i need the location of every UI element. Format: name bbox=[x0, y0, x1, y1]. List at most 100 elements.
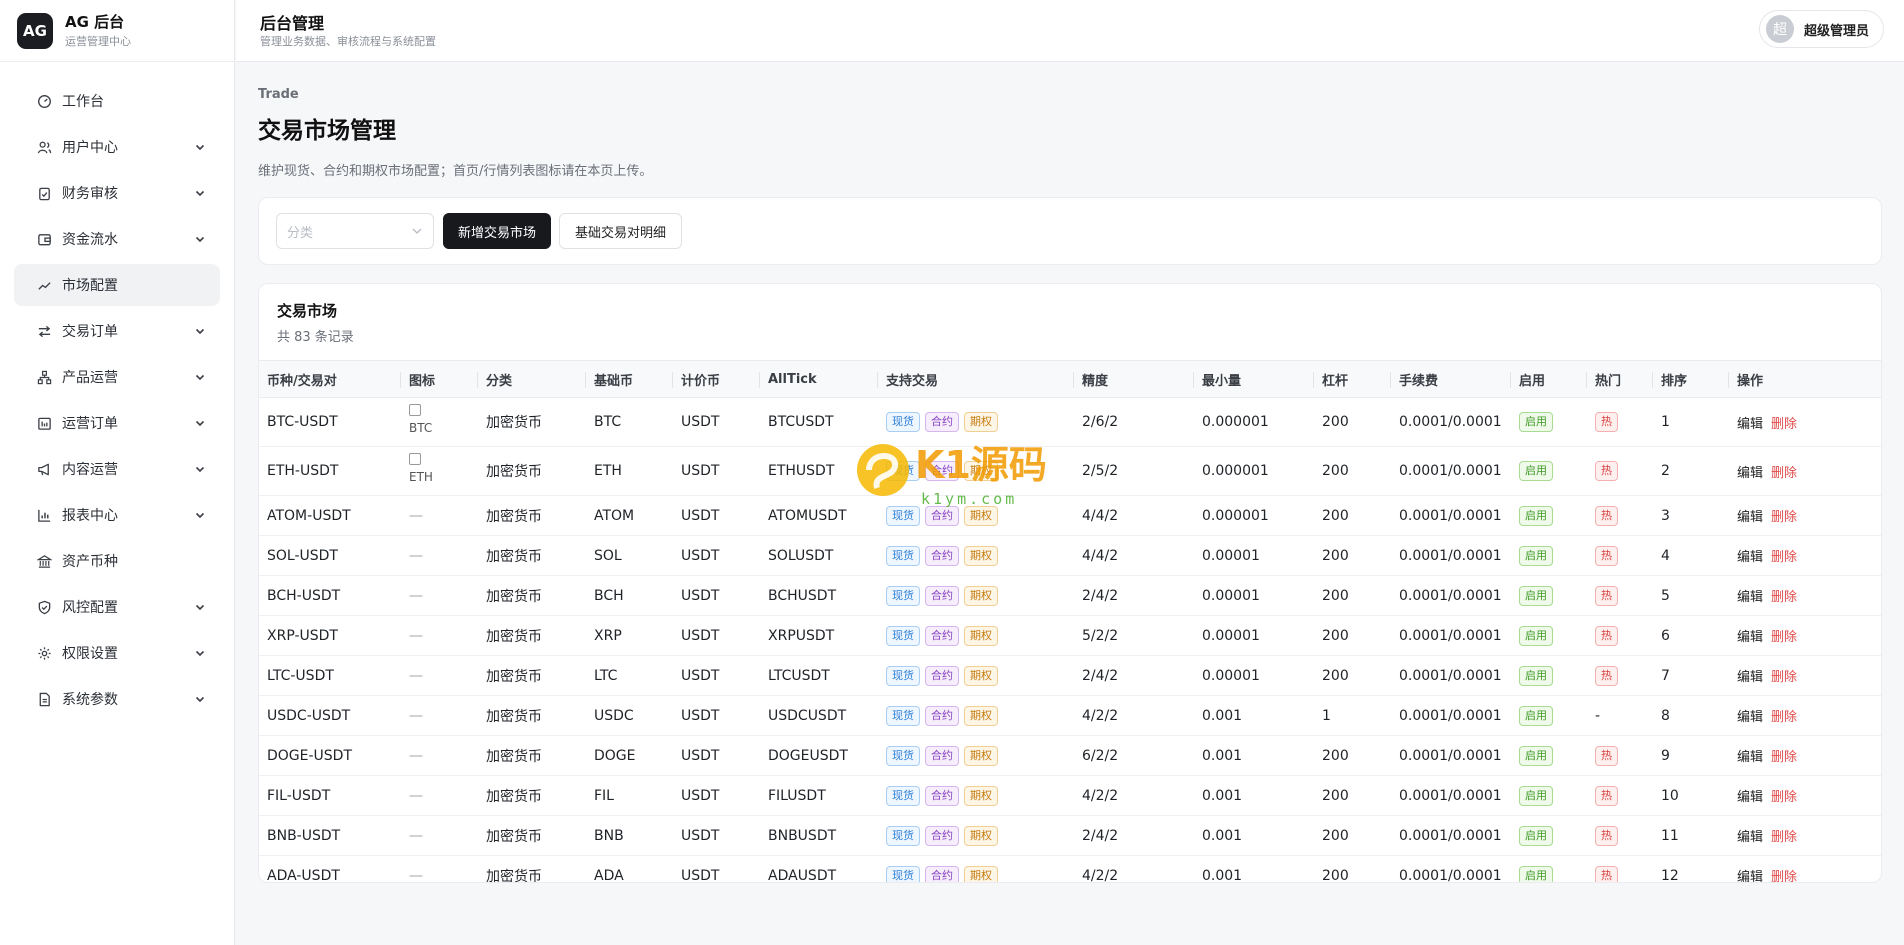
enabled-cell: 启用 bbox=[1511, 735, 1587, 776]
sidebar-item-label: 产品运营 bbox=[62, 370, 118, 386]
sidebar-item-10[interactable]: 资产币种 bbox=[14, 540, 220, 582]
table-row[interactable]: XRP-USDT — 加密货币 XRP USDT XRPUSDT 现货 合约 期权 5/2/2 0.… bbox=[259, 615, 1881, 656]
table-header-row: 币种/交易对 图标 分类 基础币 计价币 AllTick 支持交易 精度 最小量 杠杆 手续费 启用热… bbox=[259, 360, 1881, 398]
option-badge: 期权 bbox=[964, 545, 998, 566]
table-row[interactable]: LTC-USDT — 加密货币 LTC USDT LTCUSDT 现货 合约 期权 2/4/2 0.… bbox=[259, 655, 1881, 696]
enabled-badge: 启用 bbox=[1519, 625, 1553, 646]
icon-cell: — bbox=[401, 535, 478, 576]
sidebar-item-9[interactable]: 报表中心 bbox=[14, 494, 220, 536]
sort-cell: 1 bbox=[1653, 397, 1729, 447]
chevron-down-icon bbox=[195, 696, 205, 703]
table-row[interactable]: USDC-USDT — 加密货币 USDC USDT USDCUSDT 现货 合约 期权 4/2/… bbox=[259, 695, 1881, 736]
hot-badge: 热 bbox=[1595, 745, 1618, 766]
avatar: 超 bbox=[1765, 15, 1794, 43]
sort-cell: 9 bbox=[1653, 735, 1729, 776]
column-header: 图标 bbox=[401, 360, 478, 398]
chevron-down-icon bbox=[195, 420, 205, 427]
spot-badge: 现货 bbox=[886, 545, 920, 566]
trade-types-cell: 现货 合约 期权 bbox=[878, 815, 1074, 856]
actions-cell: 编辑 删除 bbox=[1729, 397, 1881, 447]
delete-link[interactable]: 删除 bbox=[1771, 670, 1797, 685]
hot-cell: 热 bbox=[1587, 815, 1653, 856]
hot-badge: 热 bbox=[1595, 865, 1618, 882]
actions-cell: 编辑 删除 bbox=[1729, 655, 1881, 696]
sidebar-item-12[interactable]: 权限设置 bbox=[14, 632, 220, 674]
contract-badge: 合约 bbox=[925, 412, 959, 432]
edit-link[interactable]: 编辑 bbox=[1737, 670, 1763, 685]
sidebar-item-label: 财务审核 bbox=[62, 186, 118, 202]
market-table-card: 交易市场 共 83 条记录 币种/交易对 图标 分类 基础币 计价币 AllTick 支持交… bbox=[258, 283, 1882, 883]
category-cell: 加密货币 bbox=[478, 615, 586, 656]
delete-link[interactable]: 删除 bbox=[1771, 590, 1797, 605]
leverage-cell: 200 bbox=[1314, 775, 1391, 816]
enabled-cell: 启用 bbox=[1511, 775, 1587, 816]
precision-cell: 6/2/2 bbox=[1074, 735, 1194, 776]
contract-badge: 合约 bbox=[925, 785, 959, 806]
table-row[interactable]: ADA-USDT — 加密货币 ADA USDT ADAUSDT 现货 合约 期权 4/2/2 0.… bbox=[259, 855, 1881, 882]
edit-link[interactable]: 编辑 bbox=[1737, 550, 1763, 565]
sidebar-item-7[interactable]: 运营订单 bbox=[14, 402, 220, 444]
edit-link[interactable]: 编辑 bbox=[1737, 590, 1763, 605]
table-row[interactable]: BNB-USDT — 加密货币 BNB USDT BNBUSDT 现货 合约 期权 2/4/2 0.… bbox=[259, 815, 1881, 856]
spot-badge: 现货 bbox=[886, 665, 920, 686]
table-row[interactable]: BTC-USDT BTC 加密货币 BTC USDT BTCUSDT 现货 合约 期权 2/6/2… bbox=[259, 397, 1881, 447]
edit-link[interactable]: 编辑 bbox=[1737, 750, 1763, 765]
market-table: 币种/交易对 图标 分类 基础币 计价币 AllTick 支持交易 精度 最小量 杠杆 手续费 启用热… bbox=[259, 360, 1881, 882]
edit-link[interactable]: 编辑 bbox=[1737, 710, 1763, 725]
category-select[interactable]: 分类 bbox=[276, 213, 434, 249]
base-pairs-button[interactable]: 基础交易对明细 bbox=[559, 213, 683, 249]
trade-types-cell: 现货 合约 期权 bbox=[878, 575, 1074, 616]
delete-link[interactable]: 删除 bbox=[1771, 630, 1797, 645]
add-market-button[interactable]: 新增交易市场 bbox=[443, 213, 552, 249]
table-row[interactable]: FIL-USDT — 加密货币 FIL USDT FILUSDT 现货 合约 期权 4/2/2 0.… bbox=[259, 775, 1881, 816]
hot-cell: 热 bbox=[1587, 535, 1653, 576]
delete-link[interactable]: 删除 bbox=[1771, 710, 1797, 725]
edit-link[interactable]: 编辑 bbox=[1737, 630, 1763, 645]
category-select-placeholder: 分类 bbox=[287, 225, 314, 241]
sidebar-item-8[interactable]: 内容运营 bbox=[14, 448, 220, 490]
sidebar-item-5[interactable]: 交易订单 bbox=[14, 310, 220, 352]
delete-link[interactable]: 删除 bbox=[1771, 466, 1797, 481]
actions-cell: 编辑 删除 bbox=[1729, 695, 1881, 736]
table-row[interactable]: SOL-USDT — 加密货币 SOL USDT SOLUSDT 现货 合约 期权 4/4/2 0.… bbox=[259, 535, 1881, 576]
delete-link[interactable]: 删除 bbox=[1771, 417, 1797, 432]
sidebar-item-label: 资产币种 bbox=[62, 554, 118, 570]
sidebar-item-3[interactable]: 资金流水 bbox=[14, 218, 220, 260]
delete-link[interactable]: 删除 bbox=[1771, 750, 1797, 765]
option-badge: 期权 bbox=[964, 665, 998, 686]
edit-link[interactable]: 编辑 bbox=[1737, 466, 1763, 481]
sidebar-item-13[interactable]: 系统参数 bbox=[14, 678, 220, 720]
pair-cell: USDC-USDT bbox=[259, 695, 401, 736]
user-menu[interactable]: 超 超级管理员 bbox=[1758, 10, 1884, 48]
table-row[interactable]: ETH-USDT ETH 加密货币 ETH USDT ETHUSDT 现货 合约 期权 2/5/2… bbox=[259, 446, 1881, 496]
table-row[interactable]: BCH-USDT — 加密货币 BCH USDT BCHUSDT 现货 合约 期权 2/4/2 0.… bbox=[259, 575, 1881, 616]
table-title: 交易市场 bbox=[277, 302, 338, 320]
hot-cell: 热 bbox=[1587, 575, 1653, 616]
alltick-cell: ADAUSDT bbox=[760, 855, 878, 882]
edit-link[interactable]: 编辑 bbox=[1737, 870, 1763, 882]
no-icon-placeholder: — bbox=[409, 627, 423, 644]
delete-link[interactable]: 删除 bbox=[1771, 870, 1797, 882]
table-row[interactable]: ATOM-USDT — 加密货币 ATOM USDT ATOMUSDT 现货 合约 期权 4/4/… bbox=[259, 495, 1881, 536]
edit-link[interactable]: 编辑 bbox=[1737, 510, 1763, 525]
table-row[interactable]: DOGE-USDT — 加密货币 DOGE USDT DOGEUSDT 现货 合约 期权 6/2/… bbox=[259, 735, 1881, 776]
sidebar-item-2[interactable]: 财务审核 bbox=[14, 172, 220, 214]
sidebar-item-6[interactable]: 产品运营 bbox=[14, 356, 220, 398]
delete-link[interactable]: 删除 bbox=[1771, 550, 1797, 565]
fee-cell: 0.0001/0.0001 bbox=[1391, 535, 1511, 576]
sort-cell: 12 bbox=[1653, 855, 1729, 882]
hot-badge: 热 bbox=[1595, 665, 1618, 686]
edit-link[interactable]: 编辑 bbox=[1737, 417, 1763, 432]
hot-badge: 热 bbox=[1595, 505, 1618, 526]
sidebar-item-0[interactable]: 工作台 bbox=[14, 80, 220, 122]
delete-link[interactable]: 删除 bbox=[1771, 510, 1797, 525]
sidebar-item-11[interactable]: 风控配置 bbox=[14, 586, 220, 628]
edit-link[interactable]: 编辑 bbox=[1737, 790, 1763, 805]
sidebar-item-4[interactable]: 市场配置 bbox=[14, 264, 220, 306]
edit-link[interactable]: 编辑 bbox=[1737, 830, 1763, 845]
fee-cell: 0.0001/0.0001 bbox=[1391, 446, 1511, 496]
sidebar-item-1[interactable]: 用户中心 bbox=[14, 126, 220, 168]
hot-badge: 热 bbox=[1595, 785, 1618, 806]
delete-link[interactable]: 删除 bbox=[1771, 790, 1797, 805]
delete-link[interactable]: 删除 bbox=[1771, 830, 1797, 845]
